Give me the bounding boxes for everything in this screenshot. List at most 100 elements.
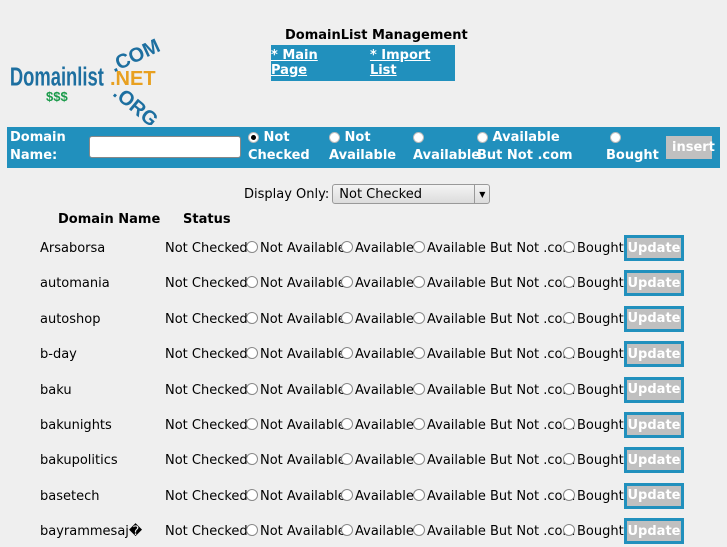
- status-option[interactable]: Not Available: [246, 418, 346, 433]
- radio-icon[interactable]: [246, 382, 258, 395]
- radio-icon[interactable]: [477, 132, 488, 143]
- radio-not-available[interactable]: Not Available: [329, 129, 399, 165]
- radio-not-checked[interactable]: Not Checked: [248, 129, 318, 165]
- radio-icon[interactable]: [413, 347, 425, 360]
- status-option[interactable]: Available: [341, 276, 414, 291]
- status-option[interactable]: Available: [341, 453, 414, 468]
- radio-icon[interactable]: [246, 418, 258, 430]
- radio-icon[interactable]: [341, 241, 353, 253]
- update-button[interactable]: Update: [624, 270, 684, 297]
- status-option[interactable]: Bought: [563, 347, 624, 362]
- radio-icon[interactable]: [341, 524, 353, 537]
- insert-button[interactable]: insert: [666, 136, 715, 159]
- radio-icon[interactable]: [329, 132, 340, 143]
- update-button[interactable]: Update: [624, 305, 684, 332]
- radio-icon[interactable]: [563, 311, 575, 324]
- update-button[interactable]: Update: [624, 341, 684, 368]
- status-option[interactable]: Available: [341, 418, 414, 433]
- display-only-select[interactable]: Not Checked ▼: [332, 184, 491, 204]
- radio-bought[interactable]: Bought: [606, 129, 659, 165]
- radio-icon[interactable]: [563, 382, 575, 395]
- status-option[interactable]: Available But Not .com: [413, 524, 575, 539]
- radio-icon[interactable]: [248, 132, 259, 143]
- radio-icon[interactable]: [413, 453, 425, 466]
- status-option[interactable]: Available But Not .com: [413, 241, 575, 256]
- status-option[interactable]: Bought: [563, 453, 624, 468]
- svg-text:Domainlist: Domainlist: [10, 62, 104, 91]
- update-button[interactable]: Update: [624, 412, 684, 438]
- radio-icon[interactable]: [563, 453, 575, 466]
- radio-available[interactable]: Available: [413, 129, 480, 165]
- radio-icon[interactable]: [246, 311, 258, 324]
- radio-available-not-com[interactable]: Available But Not .com: [477, 129, 587, 165]
- domain-name-input[interactable]: [89, 136, 241, 158]
- update-button[interactable]: Update: [624, 447, 684, 474]
- domain-name: bayrammesaj�: [40, 524, 143, 540]
- radio-icon[interactable]: [563, 347, 575, 360]
- radio-icon[interactable]: [246, 524, 258, 537]
- radio-icon[interactable]: [246, 488, 258, 501]
- status-option[interactable]: Available But Not .com: [413, 311, 575, 327]
- main-page-link[interactable]: * Main Page: [271, 48, 352, 78]
- radio-icon[interactable]: [341, 276, 353, 289]
- radio-icon[interactable]: [413, 418, 425, 430]
- status-option[interactable]: Not Available: [246, 453, 346, 468]
- status-option[interactable]: Available: [341, 241, 414, 256]
- radio-icon[interactable]: [413, 311, 425, 324]
- status-option[interactable]: Available: [341, 347, 414, 362]
- status-option[interactable]: Bought: [563, 241, 624, 256]
- update-button[interactable]: Update: [624, 235, 684, 261]
- radio-icon[interactable]: [413, 488, 425, 501]
- status-option[interactable]: Bought: [563, 488, 624, 504]
- radio-icon[interactable]: [563, 418, 575, 430]
- status-option[interactable]: Bought: [563, 524, 624, 539]
- radio-icon[interactable]: [413, 276, 425, 289]
- radio-icon[interactable]: [563, 488, 575, 501]
- status-option[interactable]: Bought: [563, 382, 624, 398]
- radio-icon[interactable]: [610, 132, 621, 143]
- radio-icon[interactable]: [341, 382, 353, 395]
- radio-icon[interactable]: [246, 241, 258, 253]
- status-option[interactable]: Not Available: [246, 311, 346, 327]
- status-option[interactable]: Available But Not .com: [413, 276, 575, 291]
- status-option[interactable]: Available But Not .com: [413, 382, 575, 398]
- radio-icon[interactable]: [341, 453, 353, 466]
- radio-icon[interactable]: [246, 347, 258, 360]
- import-list-link[interactable]: * Import List: [370, 48, 455, 78]
- status-option[interactable]: Bought: [563, 276, 624, 291]
- status-option[interactable]: Available But Not .com: [413, 488, 575, 504]
- status-option[interactable]: Not Available: [246, 241, 346, 256]
- radio-icon[interactable]: [413, 132, 424, 143]
- svg-text:.NET: .NET: [110, 68, 156, 90]
- radio-icon[interactable]: [413, 382, 425, 395]
- table-row: autoshop Not Checked Not Available Availab…: [0, 305, 727, 335]
- status-option[interactable]: Available But Not .com: [413, 418, 575, 433]
- status-option[interactable]: Not Available: [246, 276, 346, 291]
- radio-icon[interactable]: [341, 488, 353, 501]
- status-option[interactable]: Bought: [563, 418, 624, 433]
- status-option[interactable]: Not Available: [246, 524, 346, 539]
- status-option[interactable]: Available: [341, 524, 414, 539]
- status-option[interactable]: Available: [341, 311, 414, 327]
- radio-icon[interactable]: [246, 276, 258, 289]
- status-option[interactable]: Not Available: [246, 382, 346, 398]
- update-button[interactable]: Update: [624, 518, 684, 545]
- status-option[interactable]: Not Available: [246, 488, 346, 504]
- status-option[interactable]: Not Available: [246, 347, 346, 362]
- radio-icon[interactable]: [413, 524, 425, 537]
- update-button[interactable]: Update: [624, 376, 684, 403]
- radio-icon[interactable]: [563, 276, 575, 289]
- radio-icon[interactable]: [563, 241, 575, 253]
- status-option[interactable]: Available But Not .com: [413, 347, 575, 362]
- status-option[interactable]: Bought: [563, 311, 624, 327]
- radio-icon[interactable]: [341, 418, 353, 430]
- radio-icon[interactable]: [341, 311, 353, 324]
- status-option[interactable]: Available: [341, 382, 414, 398]
- status-option[interactable]: Available But Not .com: [413, 453, 575, 468]
- update-button[interactable]: Update: [624, 482, 684, 509]
- radio-icon[interactable]: [246, 453, 258, 466]
- status-option[interactable]: Available: [341, 488, 414, 504]
- radio-icon[interactable]: [563, 524, 575, 537]
- radio-icon[interactable]: [413, 241, 425, 253]
- radio-icon[interactable]: [341, 347, 353, 360]
